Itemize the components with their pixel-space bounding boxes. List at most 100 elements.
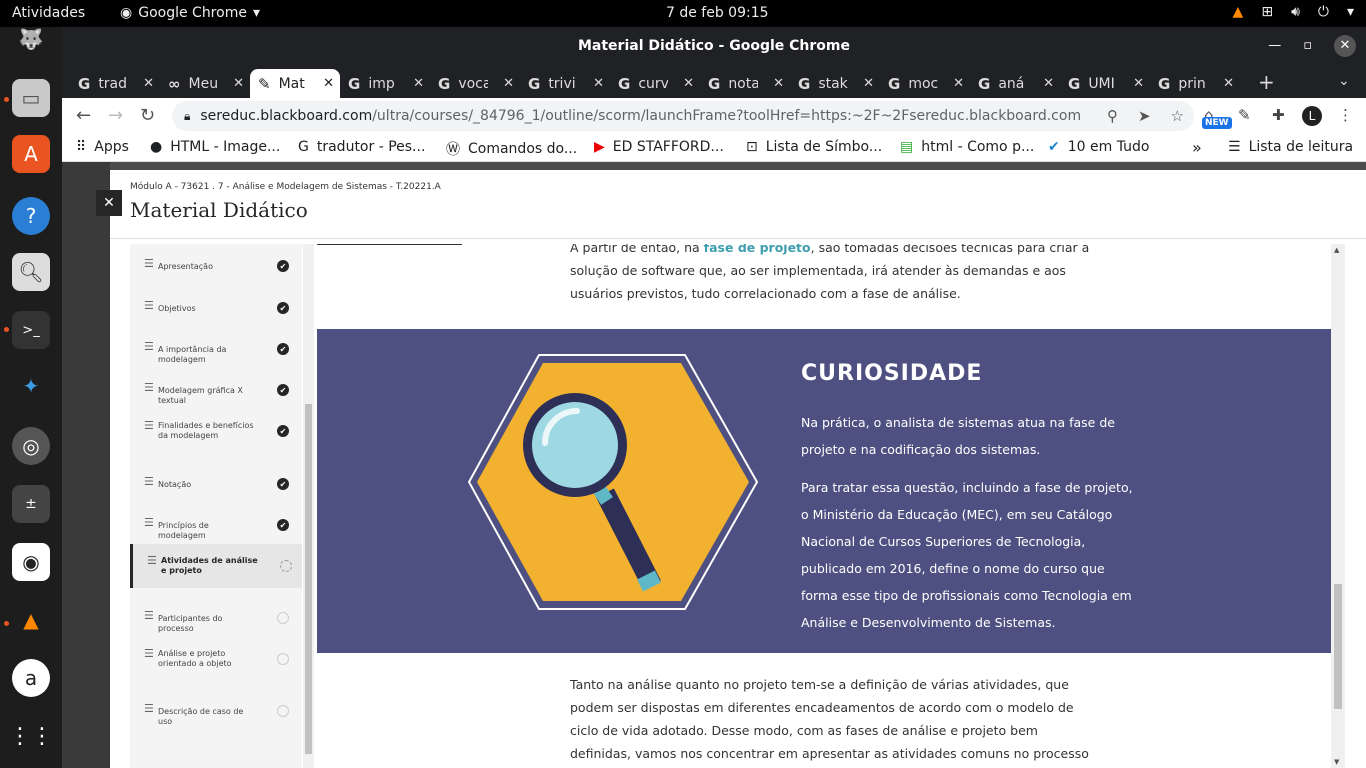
close-tab-icon[interactable]: ✕: [1133, 76, 1144, 91]
browser-tab[interactable]: Gstak ✕: [790, 69, 880, 98]
window-titlebar[interactable]: Material Didático - Google Chrome — ▫ ✕: [62, 27, 1366, 65]
bookmarks-more-button[interactable]: »: [1192, 138, 1202, 157]
send-icon[interactable]: ➤: [1138, 107, 1151, 125]
new-tab-button[interactable]: +: [1258, 70, 1275, 94]
camera-app-icon[interactable]: ◎: [12, 427, 50, 465]
outline-item[interactable]: ☰ Finalidades e benefícios da modelagem ✔: [130, 409, 302, 453]
screen-recorder-icon[interactable]: ◉: [12, 543, 50, 581]
profile-avatar[interactable]: L: [1302, 106, 1322, 126]
files-icon[interactable]: ▭: [12, 79, 50, 117]
outline-item[interactable]: ☰ Descrição de caso de uso: [130, 689, 302, 733]
system-tray[interactable]: ▲ ⊞ 🔊︎ ⏻ ▾: [1233, 4, 1354, 20]
close-tab-icon[interactable]: ✕: [233, 76, 244, 91]
outline-item[interactable]: ☰ Análise e projeto orientado a objeto: [130, 637, 302, 681]
sidebar-scrollbar[interactable]: [303, 244, 314, 768]
anydesk-icon[interactable]: a: [12, 659, 50, 697]
outline-sidebar: ☰ Apresentação ✔ ☰ Objetivos ✔ ☰ A importância …: [130, 244, 302, 768]
back-button[interactable]: ←: [76, 105, 91, 126]
browser-tab[interactable]: Gimp ✕: [340, 69, 430, 98]
content-scroll-thumb[interactable]: [1334, 584, 1342, 709]
gimp-icon[interactable]: 🐺: [12, 27, 50, 51]
browser-tab[interactable]: Gmoc ✕: [880, 69, 970, 98]
outline-lines-icon: ☰: [144, 647, 154, 660]
browser-tab[interactable]: ∞ Meu ✕: [160, 69, 250, 98]
app-menu[interactable]: ◉ Google Chrome ▾: [120, 5, 260, 21]
close-tab-icon[interactable]: ✕: [953, 76, 964, 91]
activities-button[interactable]: Atividades: [12, 5, 85, 21]
intro-highlight[interactable]: fase de projeto: [704, 244, 811, 255]
bookmark-item[interactable]: Ⓦ Comandos do...: [446, 139, 577, 159]
browser-tab[interactable]: Gtrivi ✕: [520, 69, 610, 98]
browser-tab[interactable]: G UMI ✕: [1060, 69, 1150, 98]
outline-item[interactable]: ☰ A importância da modelagem ✔: [130, 327, 302, 371]
close-tab-icon[interactable]: ✕: [503, 76, 514, 91]
vlc-icon[interactable]: ▲: [12, 601, 50, 639]
close-tab-icon[interactable]: ✕: [683, 76, 694, 91]
chevron-down-icon[interactable]: ▾: [1347, 4, 1354, 20]
power-icon[interactable]: ⏻: [1318, 4, 1329, 20]
browser-tab[interactable]: Gprin ✕: [1150, 69, 1240, 98]
close-tab-icon[interactable]: ✕: [413, 76, 424, 91]
address-bar[interactable]: 🔒︎ sereduc.blackboard.com/ultra/courses/…: [172, 101, 1194, 131]
network-icon[interactable]: ⊞: [1261, 4, 1273, 20]
scroll-up-arrow[interactable]: ▲: [1334, 246, 1339, 254]
help-icon[interactable]: ?: [12, 197, 50, 235]
browser-tab[interactable]: Ganá ✕: [970, 69, 1060, 98]
maximize-button[interactable]: ▫: [1303, 27, 1312, 65]
outline-item[interactable]: ☰ Atividades de análise e projeto: [130, 544, 302, 588]
close-panel-button[interactable]: ✕: [96, 190, 122, 216]
bookmark-item[interactable]: Gtradutor - Pes...: [298, 139, 425, 155]
tab-label: trad: [98, 75, 128, 92]
close-tab-icon[interactable]: ✕: [323, 76, 334, 91]
terminal-icon[interactable]: >_: [12, 311, 50, 349]
close-tab-icon[interactable]: ✕: [593, 76, 604, 91]
menu-icon[interactable]: ⋮: [1338, 106, 1353, 124]
close-window-button[interactable]: ✕: [1334, 35, 1356, 57]
show-apps-icon[interactable]: ⋮⋮: [9, 717, 53, 755]
bookmark-item[interactable]: ▶ ED STAFFORD...: [594, 139, 724, 155]
extensions-puzzle-icon[interactable]: ✚: [1272, 106, 1285, 124]
bookmark-item[interactable]: ✔ 10 em Tudo: [1048, 139, 1149, 155]
close-tab-icon[interactable]: ✕: [1043, 76, 1054, 91]
vscode-icon[interactable]: ✦: [12, 367, 50, 405]
outline-item-label: Participantes do processo: [158, 614, 223, 633]
extension-icon[interactable]: ✎: [1238, 106, 1251, 124]
outline-item[interactable]: ☰ Participantes do processo: [130, 596, 302, 640]
outline-lines-icon: ☰: [144, 299, 154, 312]
close-tab-icon[interactable]: ✕: [1223, 76, 1234, 91]
clock[interactable]: 7 de feb 09:15: [666, 5, 769, 21]
vlc-tray-icon[interactable]: ▲: [1233, 4, 1244, 20]
minimize-button[interactable]: —: [1268, 27, 1281, 65]
bookmark-item[interactable]: ⠿ Apps: [76, 139, 129, 155]
bookmark-star-icon[interactable]: ☆: [1171, 107, 1184, 125]
outline-item[interactable]: ☰ Notação ✔: [130, 462, 302, 506]
bookmark-item[interactable]: ▤ html - Como p...: [900, 139, 1034, 155]
sidebar-scroll-thumb[interactable]: [305, 404, 312, 754]
lock-icon[interactable]: 🔒︎: [184, 109, 190, 124]
content-scrollbar[interactable]: ▲ ▼: [1331, 244, 1345, 768]
close-tab-icon[interactable]: ✕: [773, 76, 784, 91]
browser-tab[interactable]: Gtrad ✕: [70, 69, 160, 98]
reading-list-button[interactable]: ☰ Lista de leitura: [1228, 139, 1353, 155]
scroll-down-arrow[interactable]: ▼: [1334, 758, 1339, 766]
screenshot-icon[interactable]: 🔍︎: [12, 253, 50, 291]
close-tab-icon[interactable]: ✕: [863, 76, 874, 91]
browser-tab[interactable]: ✎ Mat ✕: [250, 69, 340, 98]
bookmark-item[interactable]: ⊡ Lista de Símbo...: [746, 139, 882, 155]
outline-item[interactable]: ☰ Princípios de modelagem ✔: [130, 503, 302, 547]
outline-item[interactable]: ☰ Apresentação ✔: [130, 244, 302, 288]
browser-tab[interactable]: Gcurv ✕: [610, 69, 700, 98]
software-center-icon[interactable]: A: [12, 135, 50, 173]
tab-search-icon[interactable]: ⌄: [1338, 73, 1350, 89]
volume-icon[interactable]: 🔊︎: [1291, 4, 1300, 20]
outline-item[interactable]: ☰ Modelagem gráfica X textual ✔: [130, 368, 302, 412]
reload-button[interactable]: ↻: [140, 105, 155, 126]
browser-tab[interactable]: Gnota ✕: [700, 69, 790, 98]
browser-tab[interactable]: Gvoca ✕: [430, 69, 520, 98]
close-tab-icon[interactable]: ✕: [143, 76, 154, 91]
outline-item[interactable]: ☰ Objetivos ✔: [130, 286, 302, 330]
forward-button[interactable]: →: [108, 105, 123, 126]
calculator-icon[interactable]: ±: [12, 485, 50, 523]
search-icon[interactable]: ⚲: [1107, 107, 1118, 125]
bookmark-item[interactable]: ● HTML - Image...: [150, 139, 280, 155]
